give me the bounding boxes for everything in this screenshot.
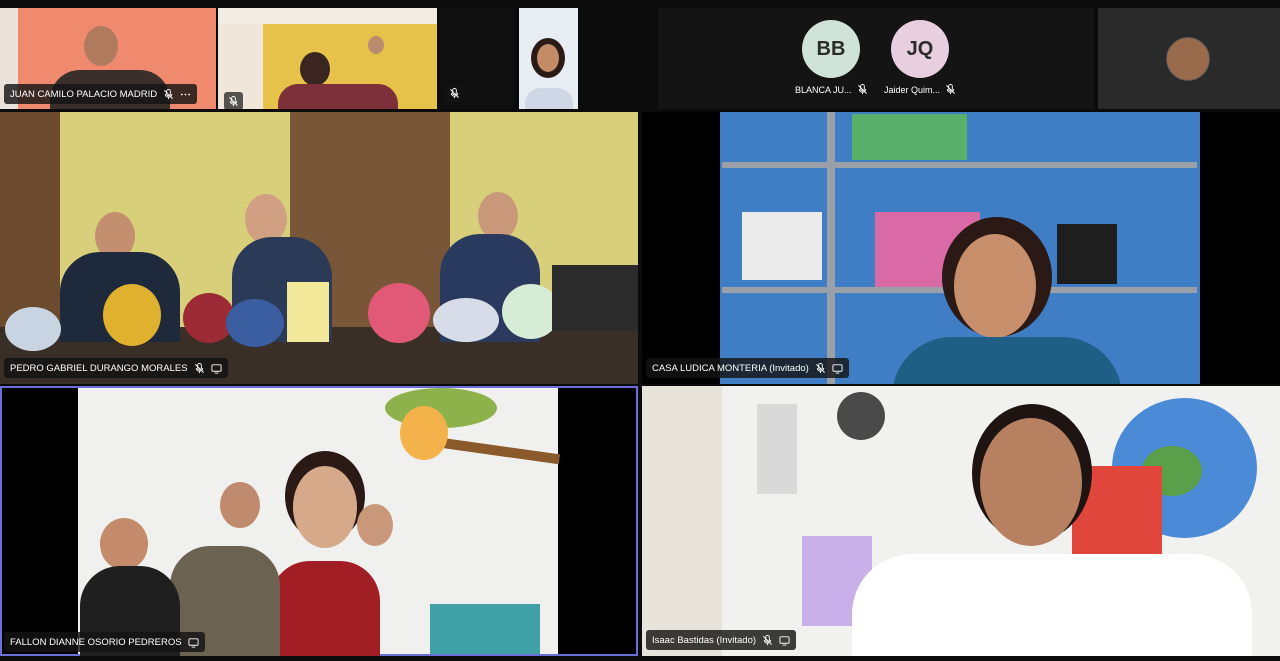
participant-name: JUAN CAMILO PALACIO MADRID xyxy=(10,88,158,100)
participant-tile-juan-camilo[interactable]: JUAN CAMILO PALACIO MADRID xyxy=(0,8,216,109)
participant-tile-casa-ludica[interactable]: CASA LUDICA MONTERIA (Invitado) xyxy=(642,112,1280,384)
avatar-photo xyxy=(1166,37,1210,81)
participant-tile-classroom[interactable] xyxy=(218,8,437,109)
mic-off-icon xyxy=(163,88,174,100)
participant-tile-portrait[interactable] xyxy=(519,8,578,109)
participant-namebar: JUAN CAMILO PALACIO MADRID xyxy=(4,84,198,104)
avatar-initials: BB xyxy=(816,37,846,60)
video-feed xyxy=(519,8,578,109)
avatar-blanca[interactable]: BB xyxy=(802,20,860,78)
participant-name: BLANCA JU... xyxy=(795,84,852,95)
participant-namebar: FALLON DIANNE OSORIO PEDREROS xyxy=(4,632,205,652)
video-feed xyxy=(642,112,1280,384)
participant-namebar xyxy=(445,84,464,102)
mic-off-icon xyxy=(449,87,460,99)
screen-share-icon xyxy=(779,635,790,646)
avatar-initials: JQ xyxy=(906,37,934,60)
participant-tile-pedro[interactable]: PEDRO GABRIEL DURANGO MORALES xyxy=(0,112,638,384)
participant-name: FALLON DIANNE OSORIO PEDREROS xyxy=(10,636,182,648)
participant-tile-dark[interactable] xyxy=(439,8,514,109)
video-feed xyxy=(0,112,638,384)
video-feed xyxy=(218,8,437,109)
avatar-jaider[interactable]: JQ xyxy=(891,20,949,78)
screen-share-icon xyxy=(188,637,199,648)
avatar-panel: BB BLANCA JU... JQ Jaider Quim... xyxy=(658,8,1094,109)
screen-share-icon xyxy=(832,363,843,374)
mic-off-icon xyxy=(945,84,956,95)
participant-tile-fallon[interactable]: FALLON DIANNE OSORIO PEDREROS xyxy=(0,386,638,656)
participant-namebar: Isaac Bastidas (Invitado) xyxy=(646,630,797,650)
participant-namebar: CASA LUDICA MONTERIA (Invitado) xyxy=(646,358,849,378)
mic-off-icon xyxy=(194,362,205,374)
participant-tile-avatar-photo[interactable] xyxy=(1098,8,1280,109)
video-feed xyxy=(0,386,638,656)
screen-share-icon xyxy=(211,363,222,374)
mic-off-icon xyxy=(762,634,773,646)
participant-name: Jaider Quim... xyxy=(884,84,941,95)
participant-name: PEDRO GABRIEL DURANGO MORALES xyxy=(10,362,188,374)
participant-namebar xyxy=(224,92,243,109)
video-feed xyxy=(642,386,1280,656)
more-options-icon[interactable] xyxy=(180,89,191,100)
participant-name: CASA LUDICA MONTERIA (Invitado) xyxy=(652,362,809,374)
mic-off-icon xyxy=(228,95,239,107)
participant-name: Isaac Bastidas (Invitado) xyxy=(652,634,757,646)
participant-tile-isaac[interactable]: Isaac Bastidas (Invitado) xyxy=(642,386,1280,656)
participant-namebar: PEDRO GABRIEL DURANGO MORALES xyxy=(4,358,228,378)
mic-off-icon xyxy=(857,84,868,95)
avatar-label: BLANCA JU... xyxy=(795,84,868,95)
avatar-label: Jaider Quim... xyxy=(884,84,956,95)
mic-off-icon xyxy=(815,362,826,374)
